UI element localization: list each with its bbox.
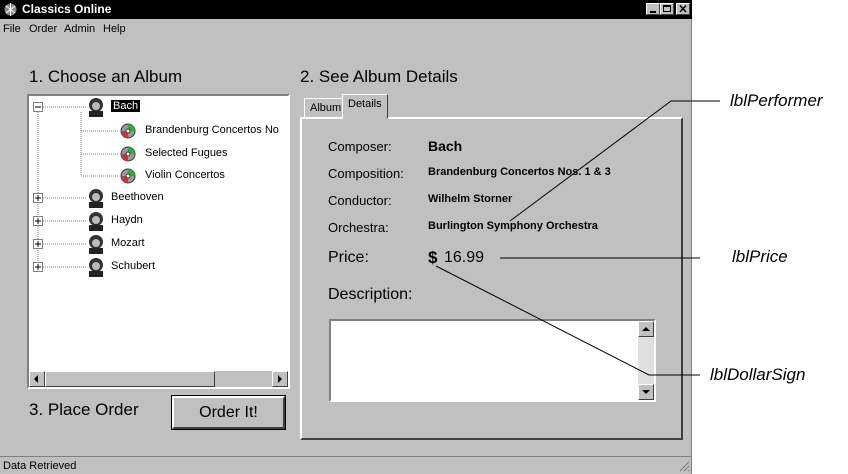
callout-lblprice: lblPrice [732, 247, 788, 266]
callout-lblperformer: lblPerformer [730, 91, 823, 110]
tab-details[interactable]: Details [342, 94, 388, 119]
callout-leaders [435, 100, 720, 376]
callout-lbldollarsign: lblDollarSign [710, 365, 806, 384]
